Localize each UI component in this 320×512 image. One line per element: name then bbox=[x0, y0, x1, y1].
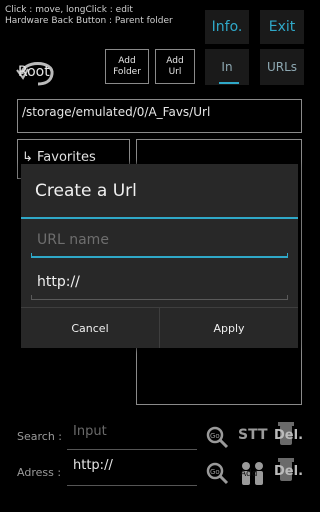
root-label: Root bbox=[18, 64, 50, 80]
address-delete-label: Del. bbox=[274, 464, 304, 479]
add-bookmark-button[interactable]: Add bbox=[238, 458, 268, 488]
add-folder-button[interactable]: Add Folder bbox=[105, 49, 149, 84]
magnifier-icon: Go bbox=[206, 462, 229, 485]
url-value-input[interactable]: http:// bbox=[31, 274, 288, 300]
create-url-dialog: Create a Url URL name http:// Cancel App… bbox=[21, 164, 298, 348]
search-label: Search : bbox=[17, 430, 62, 443]
search-delete-button[interactable]: Del. bbox=[272, 420, 304, 450]
address-value: http:// bbox=[73, 458, 113, 473]
add-url-label-2: Url bbox=[168, 66, 182, 77]
url-name-input[interactable]: URL name bbox=[31, 232, 288, 258]
tab-urls[interactable]: URLs bbox=[260, 49, 304, 85]
url-value-text: http:// bbox=[37, 274, 80, 290]
tab-in[interactable]: In bbox=[205, 49, 249, 85]
add-url-label-1: Add bbox=[166, 55, 184, 66]
address-go-label: Go bbox=[210, 468, 220, 476]
search-input[interactable]: Input bbox=[67, 424, 197, 450]
address-delete-button[interactable]: Del. bbox=[272, 456, 304, 486]
tab-in-indicator bbox=[219, 82, 239, 84]
hint-line-2: Hardware Back Button : Parent folder bbox=[5, 16, 173, 26]
dialog-title: Create a Url bbox=[35, 181, 137, 201]
root-button[interactable]: Root bbox=[14, 56, 58, 90]
search-go-label: Go bbox=[210, 432, 220, 440]
cancel-button[interactable]: Cancel bbox=[21, 308, 159, 348]
add-url-button[interactable]: Add Url bbox=[155, 49, 195, 84]
add-bookmark-label: Add bbox=[240, 469, 258, 479]
search-placeholder: Input bbox=[73, 424, 107, 439]
current-path: /storage/emulated/0/A_Favs/Url bbox=[17, 99, 302, 133]
hint-line-1: Click : move, longClick : edit bbox=[5, 5, 133, 15]
dialog-divider bbox=[21, 217, 298, 219]
dialog-button-bar: Cancel Apply bbox=[21, 307, 298, 348]
url-name-placeholder: URL name bbox=[37, 232, 109, 248]
apply-button[interactable]: Apply bbox=[159, 308, 298, 348]
exit-button[interactable]: Exit bbox=[260, 10, 304, 44]
add-folder-label-1: Add bbox=[118, 55, 136, 66]
stt-button[interactable]: STT bbox=[238, 427, 268, 443]
search-delete-label: Del. bbox=[274, 428, 304, 443]
info-button[interactable]: Info. bbox=[205, 10, 249, 44]
address-go-button[interactable]: Go bbox=[204, 460, 230, 486]
add-folder-label-2: Folder bbox=[113, 66, 141, 77]
address-label: Adress : bbox=[17, 466, 62, 479]
favorites-folder-item[interactable]: ↳ Favorites bbox=[22, 150, 96, 165]
magnifier-icon: Go bbox=[206, 426, 229, 449]
address-input[interactable]: http:// bbox=[67, 458, 197, 486]
search-go-button[interactable]: Go bbox=[204, 424, 230, 450]
